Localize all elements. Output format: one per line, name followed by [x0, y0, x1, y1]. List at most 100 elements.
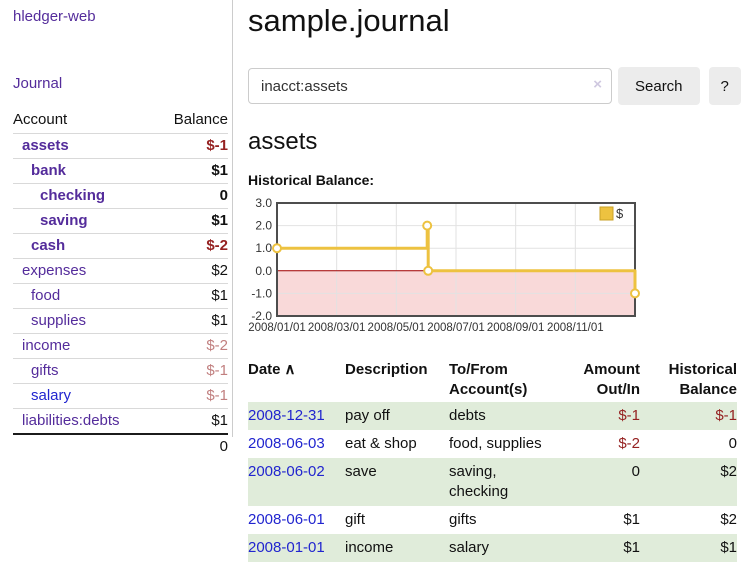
account-column-header: Account [13, 108, 155, 134]
svg-text:2.0: 2.0 [255, 219, 272, 233]
sidebar-account-link[interactable]: assets [22, 137, 69, 154]
svg-text:2008/07/01: 2008/07/01 [427, 322, 485, 334]
transaction-balance: $-1 [640, 402, 737, 430]
app-window: hledger-web Journal Account Balance asse… [0, 0, 742, 562]
register-row: 2008-06-03eat & shopfood, supplies$-20 [248, 430, 737, 458]
svg-text:0.0: 0.0 [255, 264, 272, 278]
search-box: × [248, 68, 612, 104]
transaction-amount: $1 [550, 506, 640, 534]
transaction-description: save [345, 458, 449, 506]
account-balance-value: $-2 [155, 334, 228, 359]
transaction-date-link[interactable]: 2008-06-03 [248, 435, 325, 452]
svg-text:1.0: 1.0 [255, 241, 272, 255]
transaction-balance: $1 [640, 534, 737, 562]
sort-ascending-icon[interactable]: ∧ [285, 361, 296, 378]
account-balance-value: $-1 [155, 384, 228, 409]
account-row: income $-2 [13, 334, 228, 359]
register-table: Date∧DescriptionTo/FromAccount(s)AmountO… [248, 358, 737, 562]
svg-text:2008/01/01: 2008/01/01 [248, 322, 306, 334]
accounts-total-value: 0 [155, 434, 228, 458]
transaction-balance: $2 [640, 458, 737, 506]
account-balance-value: $1 [155, 159, 228, 184]
search-form: × Search ? [248, 67, 742, 105]
transaction-accounts: gifts [449, 506, 550, 534]
sidebar-account-link[interactable]: income [22, 337, 70, 354]
account-row: liabilities:debts $1 [13, 409, 228, 435]
sidebar-account-link[interactable]: salary [31, 387, 71, 404]
svg-text:2008/03/01: 2008/03/01 [308, 322, 366, 334]
account-balance-value: $1 [155, 284, 228, 309]
svg-text:3.0: 3.0 [255, 196, 272, 210]
sidebar-account-link[interactable]: expenses [22, 262, 86, 279]
account-row: saving $1 [13, 209, 228, 234]
transaction-amount: 0 [550, 458, 640, 506]
transaction-date-link[interactable]: 2008-12-31 [248, 407, 325, 424]
account-row: assets $-1 [13, 134, 228, 159]
transaction-date-link[interactable]: 2008-06-01 [248, 511, 325, 528]
sidebar-account-link[interactable]: gifts [31, 362, 59, 379]
transaction-accounts: debts [449, 402, 550, 430]
account-row: expenses $2 [13, 259, 228, 284]
transaction-description: gift [345, 506, 449, 534]
register-header-to/from-account(s): To/FromAccount(s) [449, 358, 550, 402]
transaction-description: pay off [345, 402, 449, 430]
register-row: 2008-01-01incomesalary$1$1 [248, 534, 737, 562]
chart-title: Historical Balance: [248, 172, 742, 188]
help-button[interactable]: ? [709, 67, 741, 105]
transaction-amount: $-2 [550, 430, 640, 458]
svg-text:2008/05/01: 2008/05/01 [368, 322, 426, 334]
sidebar-account-link[interactable]: saving [40, 212, 88, 229]
svg-text:-2.0: -2.0 [251, 309, 272, 323]
svg-text:-1.0: -1.0 [251, 286, 272, 300]
register-row: 2008-06-01 giftgifts$1$2 [248, 506, 737, 534]
account-balance-value: $-2 [155, 234, 228, 259]
svg-text:2008/09/01: 2008/09/01 [487, 322, 545, 334]
transaction-description: income [345, 534, 449, 562]
account-heading: assets [248, 128, 742, 156]
balance-column-header: Balance [155, 108, 228, 134]
transaction-amount: $-1 [550, 402, 640, 430]
transaction-date-link[interactable]: 2008-01-01 [248, 539, 325, 556]
transaction-description: eat & shop [345, 430, 449, 458]
sidebar-account-link[interactable]: cash [31, 237, 65, 254]
search-button[interactable]: Search [618, 67, 700, 105]
nav-journal-link[interactable]: Journal [13, 75, 232, 92]
register-row: 2008-12-31pay offdebts$-1$-1 [248, 402, 737, 430]
account-row: salary $-1 [13, 384, 228, 409]
register-header-date[interactable]: Date∧ [248, 358, 345, 402]
sidebar-account-link[interactable]: checking [40, 187, 105, 204]
sidebar-account-link[interactable]: food [31, 287, 60, 304]
transaction-amount: $1 [550, 534, 640, 562]
transaction-balance: 0 [640, 430, 737, 458]
account-balance-value: $-1 [155, 359, 228, 384]
accounts-table: Account Balance assets $-1 bank $1 checking 0… [13, 108, 228, 458]
account-balance-value: $2 [155, 259, 228, 284]
transaction-balance: $2 [640, 506, 737, 534]
svg-text:2008/11/01: 2008/11/01 [547, 322, 604, 334]
register-row: 2008-06-02 savesaving, checking0$2 [248, 458, 737, 506]
account-row: food $1 [13, 284, 228, 309]
sidebar-account-link[interactable]: liabilities:debts [22, 412, 120, 429]
clear-search-icon[interactable]: × [593, 76, 602, 93]
sidebar: hledger-web Journal Account Balance asse… [0, 0, 233, 437]
account-balance-value: $-1 [155, 134, 228, 159]
main-content: sample.journal × Search ? assets Histori… [233, 0, 742, 562]
register-header-amount-out/in: AmountOut/In [550, 358, 640, 402]
historical-balance-chart: $3.0 2.0 1.0 0.0 -1.0 -2.02008/01/012008/03/0… [248, 194, 742, 342]
accounts-total-row: 0 [13, 434, 228, 458]
account-row: bank $1 [13, 159, 228, 184]
sidebar-account-link[interactable]: supplies [31, 312, 86, 329]
account-balance-value: $1 [155, 209, 228, 234]
account-balance-value: $1 [155, 409, 228, 435]
account-row: supplies $1 [13, 309, 228, 334]
transaction-accounts: saving, checking [449, 458, 550, 506]
brand-link[interactable]: hledger-web [13, 8, 232, 25]
register-header-historical-balance: HistoricalBalance [640, 358, 737, 402]
account-row: gifts $-1 [13, 359, 228, 384]
search-input[interactable] [248, 68, 612, 104]
account-balance-value: $1 [155, 309, 228, 334]
sidebar-account-link[interactable]: bank [31, 162, 66, 179]
transaction-accounts: salary [449, 534, 550, 562]
svg-text:$: $ [616, 206, 624, 221]
transaction-date-link[interactable]: 2008-06-02 [248, 463, 325, 480]
